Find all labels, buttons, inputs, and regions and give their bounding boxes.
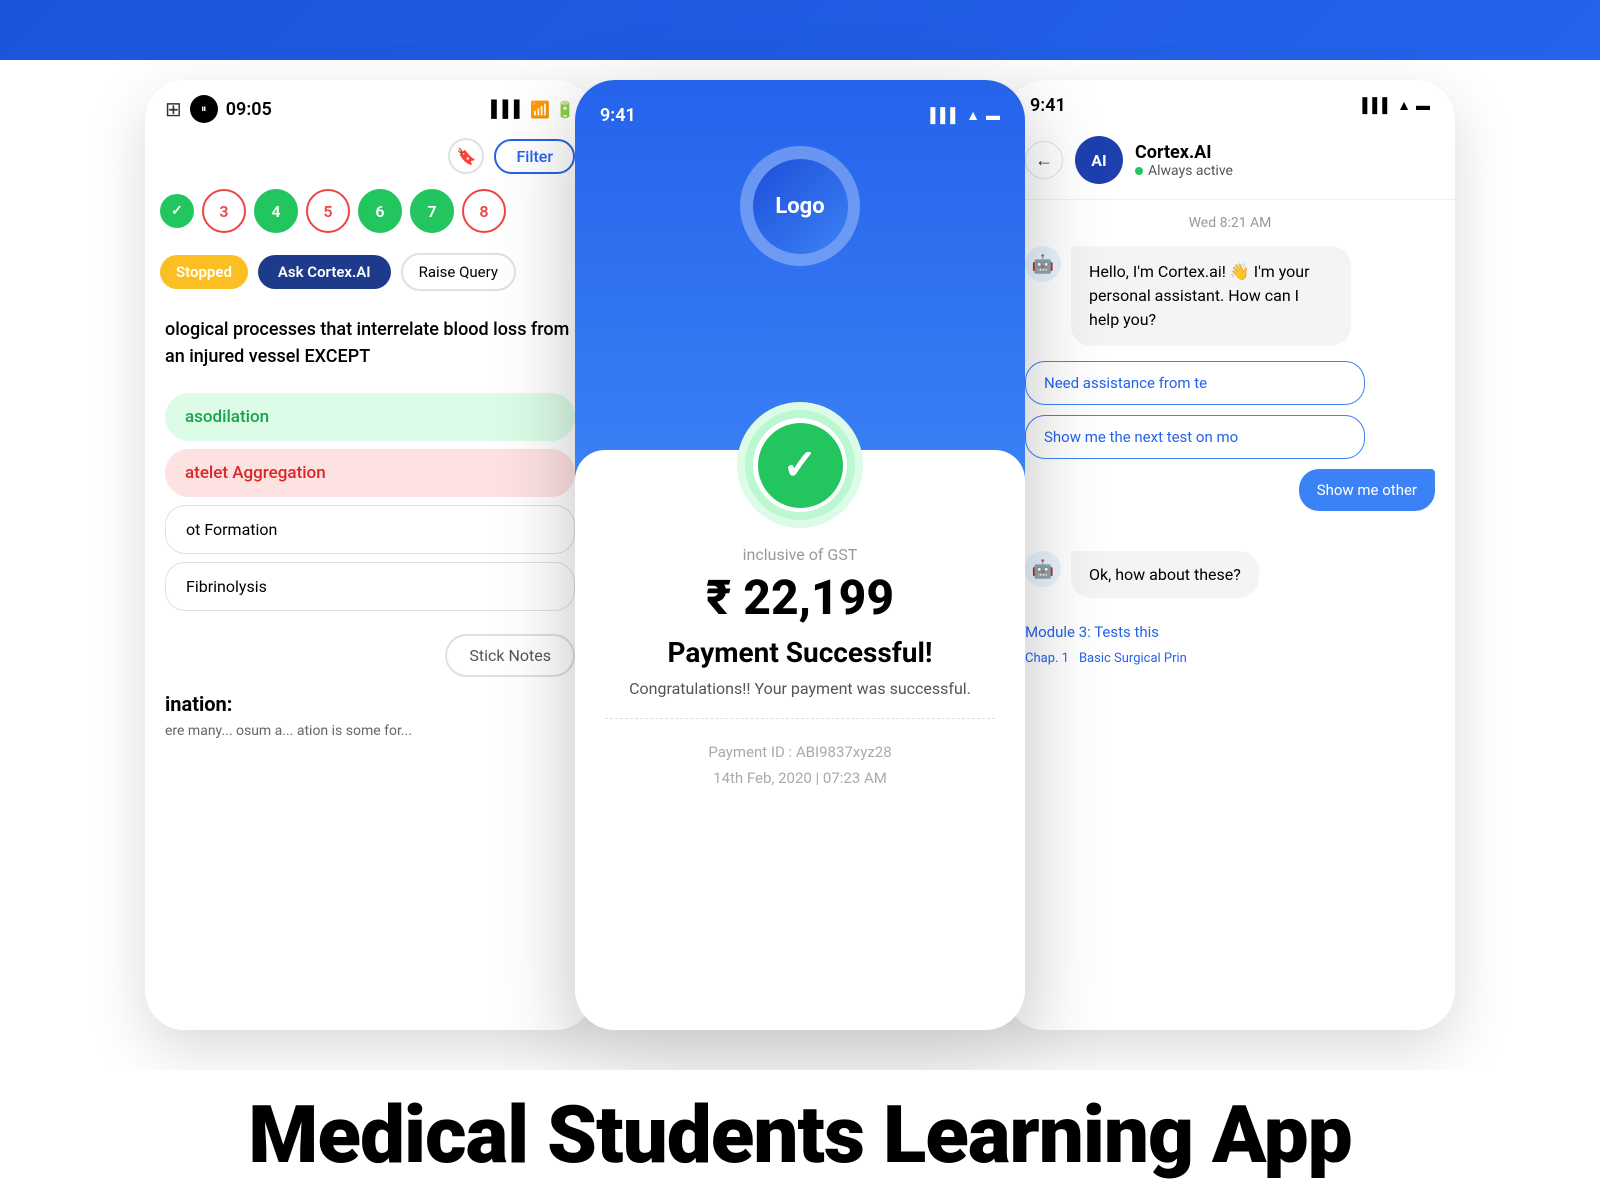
info-label: ination: <box>165 692 575 721</box>
phone-chat: 9:41 ▌▌▌ ▲ ▬ ← AI Cortex.AI Always activ… <box>1005 80 1455 1030</box>
answer-option-1[interactable]: asodilation <box>165 393 575 441</box>
user-msg-row: Show me other <box>1025 469 1435 511</box>
stick-notes-button[interactable]: Stick Notes <box>445 634 575 677</box>
payment-id: Payment ID : ABI9837xyz28 <box>605 739 995 765</box>
quiz-toolbar: 🔖 Filter <box>145 133 595 179</box>
suggestion-2-row: Show me the next test on mo <box>1025 415 1435 459</box>
payment-success-title: Payment Successful! <box>668 636 933 669</box>
grid-icon: ⊞ <box>165 97 182 121</box>
success-circle: ✓ <box>745 410 855 520</box>
greeting-row: 🤖 Hello, I'm Cortex.ai! 👋 I'm your perso… <box>1025 246 1435 346</box>
p3-signal: ▌▌▌ <box>1362 97 1392 114</box>
payment-date: 14th Feb, 2020 | 07:23 AM <box>605 765 995 791</box>
q-num-5[interactable]: 5 <box>306 189 350 233</box>
q-num-active[interactable]: ✓ <box>160 194 194 228</box>
p2-battery: ▬ <box>986 107 1000 124</box>
q-num-6[interactable]: 6 <box>358 189 402 233</box>
suggestion-2[interactable]: Show me the next test on mo <box>1025 415 1365 459</box>
wifi-icon: 📶 <box>530 100 550 119</box>
module-nav: Chap. 1 Basic Surgical Prin <box>1025 651 1435 666</box>
suggestion-1-row: Need assistance from te <box>1025 361 1435 405</box>
amount-display: ₹ 22,199 <box>706 569 894 626</box>
response-row: 🤖 Ok, how about these? <box>1025 551 1435 613</box>
status-dot <box>1135 167 1143 175</box>
ai-avatar: AI <box>1075 136 1123 184</box>
logo-circle: Logo <box>740 146 860 266</box>
main-title: Medical Students Learning App <box>248 1088 1351 1182</box>
bot-avatar: 🤖 <box>1025 246 1061 282</box>
checkmark-icon: ✓ <box>782 440 817 490</box>
p3-icons: ▌▌▌ ▲ ▬ <box>1362 97 1430 114</box>
chat-bottom: 🤖 Ok, how about these? Module 3: Tests t… <box>1005 541 1455 676</box>
ai-status: Always active <box>1135 163 1435 179</box>
ai-name: Cortex.AI <box>1135 142 1435 163</box>
payment-card: ✓ inclusive of GST ₹ 22,199 Payment Succ… <box>575 450 1025 821</box>
gst-label: inclusive of GST <box>743 545 858 564</box>
info-text: ere many... osum a... ation is some for.… <box>165 721 575 742</box>
bottom-title-bar: Medical Students Learning App <box>0 1070 1600 1200</box>
ask-cortex-button[interactable]: Ask Cortex.AI <box>258 255 391 289</box>
p2-time: 9:41 <box>600 105 636 126</box>
top-banner <box>0 0 1600 60</box>
action-buttons: Stopped Ask Cortex.AI Raise Query <box>145 243 595 301</box>
time-display: 09:05 <box>226 99 272 120</box>
back-button[interactable]: ← <box>1025 141 1063 179</box>
stopped-badge: Stopped <box>160 255 248 289</box>
bot-avatar-2: 🤖 <box>1025 551 1061 587</box>
chap-name: Basic Surgical Prin <box>1079 651 1187 666</box>
filter-button[interactable]: Filter <box>494 139 575 174</box>
stick-notes-area: Stick Notes <box>145 619 595 692</box>
q-num-3[interactable]: 3 <box>202 189 246 233</box>
success-icon-wrap: ✓ <box>745 410 855 520</box>
pause-icon: ⏸ <box>190 95 218 123</box>
chat-body: Wed 8:21 AM 🤖 Hello, I'm Cortex.ai! 👋 I'… <box>1005 200 1455 541</box>
question-text: ological processes that interrelate bloo… <box>145 301 595 385</box>
chap-label: Chap. 1 <box>1025 651 1069 666</box>
status-bar-1: ⊞ ⏸ 09:05 ▌▌▌ 📶 🔋 <box>145 80 595 133</box>
bookmark-button[interactable]: 🔖 <box>448 138 484 174</box>
phones-container: ⊞ ⏸ 09:05 ▌▌▌ 📶 🔋 🔖 Filter <box>0 60 1600 1200</box>
chat-header: ← AI Cortex.AI Always active <box>1005 126 1455 200</box>
module-link[interactable]: Module 3: Tests this <box>1025 623 1435 641</box>
check-circle: ✓ <box>758 423 843 508</box>
chat-timestamp: Wed 8:21 AM <box>1025 215 1435 231</box>
signal-icon: ▌▌▌ <box>491 99 525 119</box>
response-bubble: Ok, how about these? <box>1071 551 1259 598</box>
question-numbers: ✓ 3 4 5 6 7 8 <box>145 179 595 243</box>
phone-payment: 9:41 ▌▌▌ ▲ ▬ Logo <box>575 80 1025 1030</box>
q-num-7[interactable]: 7 <box>410 189 454 233</box>
answer-option-3[interactable]: ot Formation <box>165 505 575 554</box>
greeting-bubble: Hello, I'm Cortex.ai! 👋 I'm your persona… <box>1071 246 1351 346</box>
info-section: ination: ere many... osum a... ation is … <box>145 692 595 742</box>
suggestion-1[interactable]: Need assistance from te <box>1025 361 1365 405</box>
payment-details: Payment ID : ABI9837xyz28 14th Feb, 2020… <box>605 718 995 791</box>
main-area: ⊞ ⏸ 09:05 ▌▌▌ 📶 🔋 🔖 Filter <box>0 60 1600 1200</box>
q-num-8[interactable]: 8 <box>462 189 506 233</box>
phone-quiz: ⊞ ⏸ 09:05 ▌▌▌ 📶 🔋 🔖 Filter <box>145 80 595 1030</box>
q-num-4[interactable]: 4 <box>254 189 298 233</box>
battery-icon: 🔋 <box>555 100 575 119</box>
p2-signal: ▌▌▌ <box>930 107 960 124</box>
p3-wifi: ▲ <box>1397 97 1411 114</box>
p2-wifi: ▲ <box>966 107 980 124</box>
p3-battery: ▬ <box>1416 97 1430 114</box>
ai-status-label: Always active <box>1148 163 1233 179</box>
p3-time: 9:41 <box>1030 95 1066 116</box>
logo-label: Logo <box>775 194 824 219</box>
signal-icons: ▌▌▌ 📶 🔋 <box>491 99 575 119</box>
user-msg-bubble: Show me other <box>1299 469 1435 511</box>
status-left: ⊞ ⏸ 09:05 <box>165 95 272 123</box>
logo-inner: Logo <box>753 159 848 254</box>
status-bar-2: 9:41 ▌▌▌ ▲ ▬ <box>575 105 1025 146</box>
p2-icons: ▌▌▌ ▲ ▬ <box>930 107 1000 124</box>
raise-query-button[interactable]: Raise Query <box>401 253 516 291</box>
payment-success-desc: Congratulations!! Your payment was succe… <box>629 679 971 698</box>
status-bar-3: 9:41 ▌▌▌ ▲ ▬ <box>1005 80 1455 126</box>
ai-info: Cortex.AI Always active <box>1135 142 1435 179</box>
answer-option-2[interactable]: atelet Aggregation <box>165 449 575 497</box>
answer-option-4[interactable]: Fibrinolysis <box>165 562 575 611</box>
